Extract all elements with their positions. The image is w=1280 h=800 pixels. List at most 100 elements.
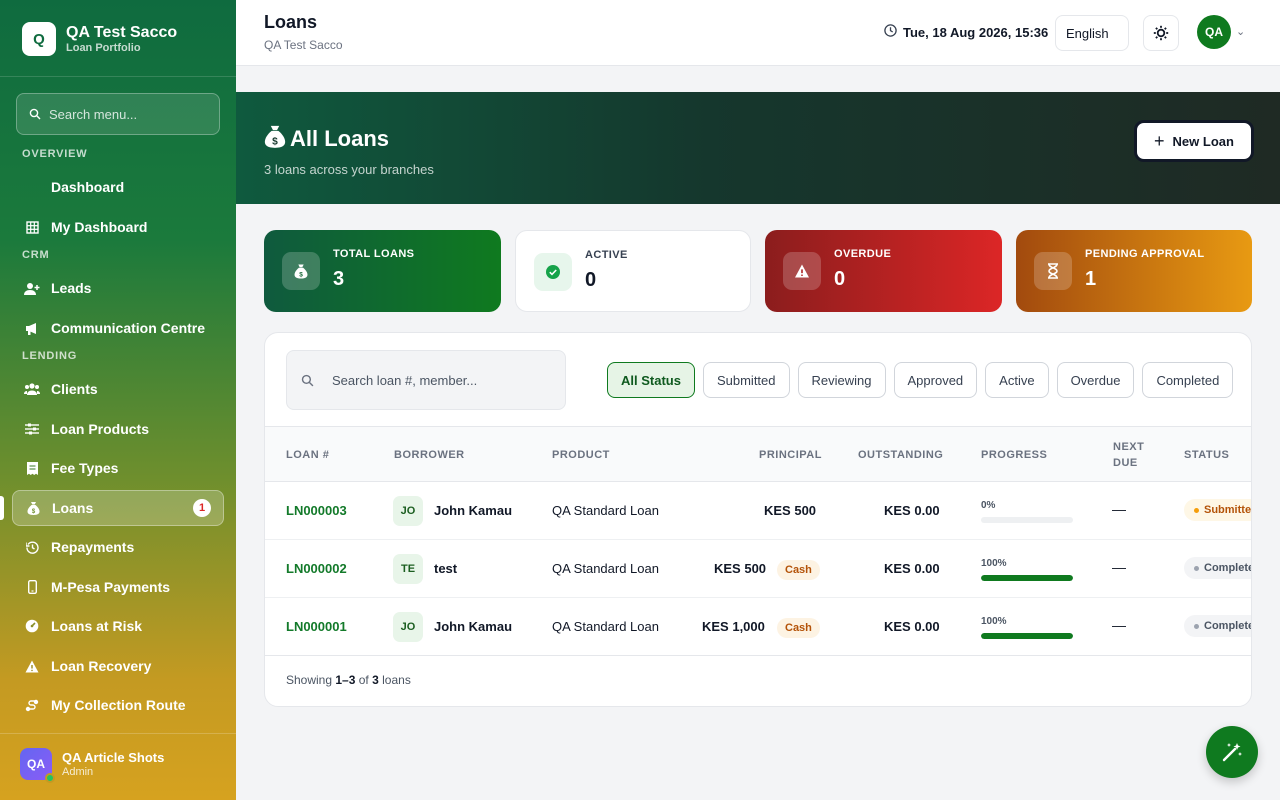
sidebar-item-label: Repayments — [51, 539, 135, 555]
status-badge: Complete — [1184, 557, 1251, 579]
sidebar-item-label: Communication Centre — [51, 320, 206, 336]
filter-overdue[interactable]: Overdue — [1056, 362, 1135, 398]
pagination-suffix: loans — [382, 673, 411, 687]
sidebar-item-label: My Dashboard — [51, 219, 148, 235]
table-row[interactable]: LN000003 JO John Kamau QA Standard Loan … — [265, 482, 1251, 540]
filter-active[interactable]: Active — [985, 362, 1049, 398]
user-name: QA Article Shots — [62, 750, 165, 765]
loan-search-input[interactable]: Search loan #, member... — [286, 350, 566, 410]
filter-all-status[interactable]: All Status — [607, 362, 695, 398]
user-profile[interactable]: QA QA Article Shots Admin — [20, 748, 165, 783]
warning-icon — [783, 252, 821, 290]
sidebar-item-label: My Collection Route — [51, 697, 186, 713]
sidebar-item-loans-at-risk[interactable]: Loans at Risk — [12, 608, 224, 644]
sidebar-item-loan-recovery[interactable]: Loan Recovery — [12, 648, 224, 684]
loan-number-link[interactable]: LN000001 — [286, 619, 347, 634]
sidebar-item-loan-products[interactable]: Loan Products — [12, 411, 224, 447]
product-name: QA Standard Loan — [552, 619, 659, 634]
payment-method-badge: Cash — [777, 618, 820, 638]
warning-icon — [24, 660, 40, 673]
sidebar-item-my-collection-route[interactable]: My Collection Route — [12, 687, 224, 723]
progress-label: 0% — [981, 500, 996, 511]
sidebar-item-repayments[interactable]: Repayments — [12, 529, 224, 565]
stat-card-pending-approval[interactable]: PENDING APPROVAL 1 — [1016, 230, 1252, 312]
plus-icon: + — [1154, 130, 1165, 151]
brand-logo: Q — [22, 22, 56, 56]
search-icon — [301, 374, 314, 386]
theme-toggle-button[interactable] — [1143, 15, 1179, 51]
stat-card-active[interactable]: ACTIVE 0 — [515, 230, 751, 312]
sidebar-item-mpesa-payments[interactable]: M-Pesa Payments — [12, 569, 224, 605]
header-next-due-line1[interactable]: NEXT — [1113, 441, 1144, 453]
table-row[interactable]: LN000002 TE test QA Standard Loan KES 50… — [265, 540, 1251, 598]
users-icon — [24, 383, 40, 395]
language-select[interactable]: English — [1055, 15, 1129, 51]
user-menu-avatar[interactable]: QA — [1197, 15, 1231, 49]
sidebar: Q QA Test Sacco Loan Portfolio Search me… — [0, 0, 236, 800]
header-loan-number[interactable]: LOAN # — [286, 449, 329, 461]
header-next-due-line2[interactable]: DUE — [1113, 457, 1138, 469]
menu-search-input[interactable]: Search menu... — [16, 93, 220, 135]
sidebar-item-loans[interactable]: $ Loans 1 — [12, 490, 224, 526]
table-header: LOAN # BORROWER PRODUCT PRINCIPAL OUTSTA… — [265, 426, 1251, 482]
sidebar-item-my-dashboard[interactable]: My Dashboard — [12, 209, 224, 245]
filter-submitted[interactable]: Submitted — [702, 362, 790, 398]
header-status[interactable]: STATUS — [1184, 449, 1229, 461]
megaphone-icon — [24, 322, 40, 335]
sidebar-item-label: Loan Products — [51, 421, 150, 437]
table-footer-divider — [265, 655, 1251, 656]
stat-value: 1 — [1085, 268, 1097, 290]
stat-card-overdue[interactable]: OVERDUE 0 — [765, 230, 1002, 312]
sidebar-item-clients[interactable]: Clients — [12, 371, 224, 407]
hero-subtitle: 3 loans across your branches — [264, 162, 434, 177]
header-borrower[interactable]: BORROWER — [394, 449, 465, 461]
header-progress[interactable]: PROGRESS — [981, 449, 1047, 461]
loans-table-card: Search loan #, member... All Status Subm… — [264, 332, 1252, 707]
header-outstanding[interactable]: OUTSTANDING — [858, 449, 943, 461]
header-principal[interactable]: PRINCIPAL — [759, 449, 822, 461]
progress-label: 100% — [981, 558, 1007, 569]
pagination-range: 1–3 — [335, 673, 356, 687]
progress-fill — [981, 575, 1073, 581]
svg-text:$: $ — [299, 271, 303, 278]
status-dot — [1194, 623, 1199, 629]
sidebar-item-label: M-Pesa Payments — [51, 579, 171, 595]
table-row[interactable]: LN000001 JO John Kamau QA Standard Loan … — [265, 598, 1251, 656]
payment-method-badge: Cash — [777, 560, 820, 580]
brand[interactable]: Q QA Test Sacco Loan Portfolio — [22, 22, 177, 56]
gauge-icon — [24, 619, 40, 633]
progress-bar — [981, 517, 1073, 523]
product-name: QA Standard Loan — [552, 561, 659, 576]
stat-label: PENDING APPROVAL — [1085, 248, 1205, 260]
loan-number-link[interactable]: LN000003 — [286, 503, 347, 518]
chevron-down-icon[interactable]: ⌄ — [1236, 25, 1245, 38]
loan-number-link[interactable]: LN000002 — [286, 561, 347, 576]
outstanding-amount: KES 0.00 — [884, 561, 940, 576]
sidebar-item-fee-types[interactable]: Fee Types — [12, 450, 224, 486]
filter-reviewing[interactable]: Reviewing — [797, 362, 886, 398]
stat-card-total-loans[interactable]: $ TOTAL LOANS 3 — [264, 230, 501, 312]
sidebar-bottom-divider — [0, 733, 236, 734]
stat-label: TOTAL LOANS — [333, 248, 415, 260]
sidebar-item-label: Leads — [51, 280, 92, 296]
new-loan-label: New Loan — [1172, 133, 1234, 149]
sidebar-item-communication-centre[interactable]: Communication Centre — [12, 310, 224, 346]
new-loan-button[interactable]: + New Loan — [1134, 120, 1254, 162]
magic-wand-fab-button[interactable] — [1206, 726, 1258, 778]
header-product[interactable]: PRODUCT — [552, 449, 610, 461]
sidebar-item-dashboard[interactable]: Dashboard — [12, 169, 224, 205]
sun-icon — [1153, 25, 1169, 41]
filter-completed[interactable]: Completed — [1142, 362, 1234, 398]
filter-approved[interactable]: Approved — [893, 362, 978, 398]
section-lending: LENDING — [22, 350, 78, 362]
pagination-summary: Showing 1–3 of 3 loans — [286, 673, 411, 687]
progress-fill — [981, 633, 1073, 639]
sidebar-item-leads[interactable]: Leads — [12, 270, 224, 306]
stat-value: 0 — [834, 268, 846, 290]
check-circle-icon — [534, 253, 572, 291]
datetime-text: Tue, 18 Aug 2026, 15:36 — [903, 24, 1049, 40]
borrower-avatar: TE — [393, 554, 423, 584]
sidebar-item-label: Fee Types — [51, 460, 119, 476]
page-title: Loans — [264, 12, 318, 32]
user-plus-icon — [24, 282, 40, 295]
